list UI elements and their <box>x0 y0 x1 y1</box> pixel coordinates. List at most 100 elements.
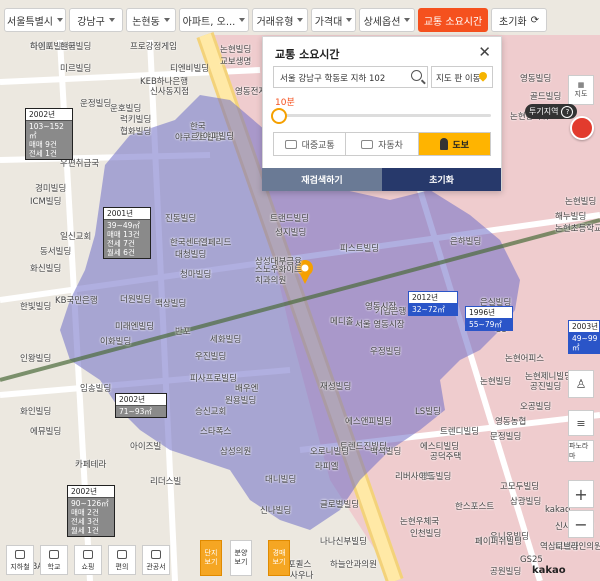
map-label: 지도 <box>574 90 588 98</box>
map-place-label: 교보생명 <box>220 57 252 67</box>
apt-info-box[interactable]: 2002년 71~93㎡ <box>115 393 167 418</box>
filter-reset-button[interactable]: 초기화 ⟳ <box>491 8 547 32</box>
apt-info-box[interactable]: 2002년 90~126㎡ 매매 2건 전세 3건 월세 1건 <box>67 485 115 537</box>
filter-deal-type[interactable]: 거래유형 <box>252 8 308 32</box>
chevron-down-icon <box>346 18 353 22</box>
time-slider[interactable] <box>277 114 491 117</box>
map-place-label: KB국민은행 <box>55 296 98 306</box>
address-input[interactable]: 서울 강남구 학동로 지하 102 <box>273 66 428 88</box>
map-place-label: 이화빌딩 <box>100 337 132 347</box>
panel-reset-button[interactable]: 초기화 <box>382 168 501 191</box>
map-place-label: 영동빌딩 <box>520 74 552 84</box>
subway-icon <box>15 550 25 559</box>
filter-property-type[interactable]: 아파트, 오... <box>179 8 249 32</box>
map-place-label: GS25 <box>520 555 543 565</box>
refresh-icon: ⟳ <box>530 14 539 26</box>
mode-walk[interactable]: 도보 <box>418 133 490 155</box>
plus-icon: + <box>574 484 588 504</box>
info-year: 2002년 <box>68 486 114 498</box>
filter-property-type-label: 아파트, 오... <box>182 16 236 28</box>
filter-transit-time[interactable]: 교통 소요시간 <box>418 8 488 32</box>
sale-view-button[interactable]: 분양 보기 <box>230 540 252 576</box>
close-icon[interactable]: ✕ <box>478 43 491 61</box>
map-place-label: 논현우체국 <box>400 517 440 527</box>
info-line: 매매 13건 <box>107 230 140 239</box>
map-place-label: 글로벌빌딩 <box>320 500 360 510</box>
zoom-in-button[interactable]: + <box>568 480 594 508</box>
poi-school-button[interactable]: 학교 <box>40 545 68 575</box>
research-button[interactable]: 재검색하기 <box>262 168 382 191</box>
filter-dong[interactable]: 논현동 <box>126 8 176 32</box>
complex-view-button[interactable]: 단지 보기 <box>200 540 222 576</box>
map-place-label: 재성빌딩 <box>320 382 352 392</box>
map-place-label: 신나빌딩 <box>260 506 292 516</box>
chevron-down-icon <box>163 18 170 22</box>
street-view-button[interactable]: ♙ <box>568 370 594 398</box>
info-line: 39~49㎡ <box>107 221 140 230</box>
poi-shopping-button[interactable]: 쇼핑 <box>74 545 102 575</box>
map-place-label: 승신교회 <box>195 407 227 417</box>
map-place-label: 반포 <box>175 327 191 337</box>
map-place-label: 미래엔빌딩 <box>115 322 155 332</box>
map-place-label: 백석빌딩 <box>370 447 402 457</box>
chevron-down-icon <box>297 18 304 22</box>
map-place-label: 에스티빌딩 <box>420 442 460 452</box>
auction-view-button[interactable]: 경매 보기 <box>268 540 290 576</box>
map-place-label: 성지빌딩 <box>275 228 307 238</box>
auction-view-label: 경매 보기 <box>272 549 286 566</box>
map-place-label: 디브라인의원 <box>555 542 600 552</box>
map-place-label: 삼성대부금융 <box>255 257 302 267</box>
filter-price[interactable]: 가격대 <box>311 8 356 32</box>
map-place-label: 인왕빌딩 <box>20 354 52 364</box>
info-line: 매매 9건 <box>29 140 57 149</box>
zoom-out-button[interactable]: − <box>568 510 594 538</box>
map-place-label: 럭키빌딩 <box>120 115 152 125</box>
apt-info-box[interactable]: 2002년 103~152㎡ 매매 9건 전세 1건 <box>25 108 73 160</box>
info-line: 전세 7건 <box>107 239 135 248</box>
map-place-label: 우진빌딩 <box>195 352 227 362</box>
help-icon: ? <box>561 105 574 118</box>
panel-title: 교통 소요시간 <box>275 48 340 61</box>
poi-label: 관공서 <box>146 563 166 571</box>
poi-convenience-button[interactable]: 편의 <box>108 545 136 575</box>
mode-public-transit[interactable]: 대중교통 <box>274 133 347 155</box>
time-label: 10분 <box>275 98 295 108</box>
filter-city[interactable]: 서울특별시 <box>4 8 66 32</box>
map-select-button[interactable]: 지도 판 이동 <box>431 66 493 88</box>
address-value: 서울 강남구 학동로 지하 102 <box>280 74 386 84</box>
map-place-label: 프로강정게임 <box>130 42 177 52</box>
map-place-label: 공원빌딩 <box>490 567 522 577</box>
info-year: 1996년 <box>466 307 512 319</box>
store-icon <box>117 550 127 559</box>
complex-view-label: 단지 보기 <box>204 549 218 566</box>
map-place-label: ICM빌딩 <box>30 197 62 207</box>
poi-office-button[interactable]: 관공서 <box>142 545 170 575</box>
map-place-label: 배우엔 <box>235 384 259 394</box>
apt-info-box[interactable]: 2003년 49~99㎡ <box>568 320 600 354</box>
filter-dong-label: 논현동 <box>132 16 160 28</box>
mode-label: 도보 <box>452 140 470 151</box>
map-place-label: 논현초등학교 <box>555 224 600 234</box>
menu-button[interactable]: ≡ <box>568 410 594 436</box>
apt-info-box[interactable]: 2001년 39~49㎡ 매매 13건 전세 7건 월세 6건 <box>103 207 151 259</box>
filter-detail[interactable]: 상세옵션 <box>359 8 415 32</box>
filter-gu[interactable]: 강남구 <box>69 8 123 32</box>
time-slider-knob[interactable] <box>271 108 287 124</box>
menu-icon: ≡ <box>576 416 586 430</box>
mode-car[interactable]: 자동차 <box>346 133 419 155</box>
alarm-icon[interactable] <box>570 116 594 140</box>
map-place-label: 오공빌딩 <box>520 402 552 412</box>
filter-bar: 서울특별시 강남구 논현동 아파트, 오... 거래유형 가격대 상세옵션 교통… <box>0 5 600 35</box>
map-type-button[interactable]: ▦ 지도 <box>568 75 594 105</box>
invest-zone-toggle[interactable]: 투기지역 ? <box>525 104 578 119</box>
map-place-label: 백상빌딩 <box>155 299 187 309</box>
map-place-label: 사우나 <box>290 571 314 581</box>
apt-info-box[interactable]: 1996년 55~79㎡ <box>465 306 513 331</box>
map-place-label: 트렌디빌딩 <box>440 427 480 437</box>
info-year: 2002년 <box>26 109 72 121</box>
search-icon[interactable] <box>411 70 422 81</box>
poi-subway-button[interactable]: 지하철 <box>6 545 34 575</box>
apt-info-box[interactable]: 2012년 32~72㎡ <box>408 291 458 316</box>
panorama-button[interactable]: 파노라마 <box>568 440 594 462</box>
filter-gu-label: 강남구 <box>77 16 105 28</box>
